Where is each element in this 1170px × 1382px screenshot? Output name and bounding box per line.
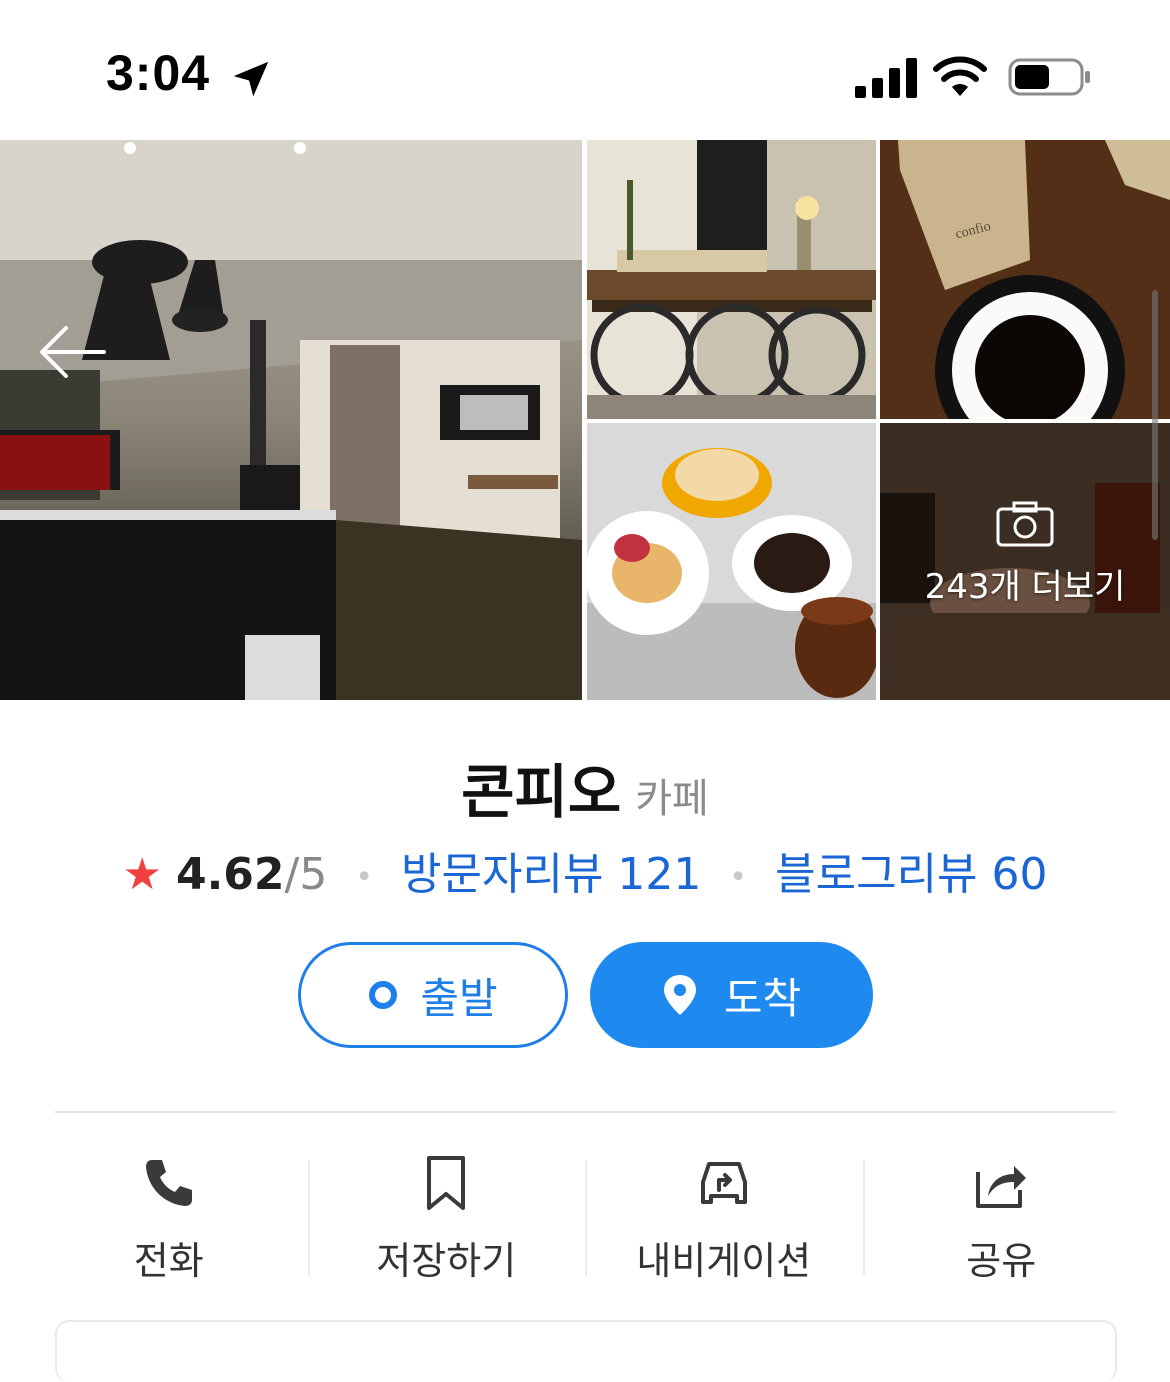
origin-dot-icon: [369, 981, 398, 1009]
action-separator: [307, 1160, 310, 1276]
bookmark-icon: [427, 1156, 466, 1210]
battery-icon: [1008, 58, 1090, 96]
navigation-label: 내비게이션: [636, 1239, 812, 1283]
save-label: 저장하기: [376, 1239, 517, 1283]
back-arrow-icon[interactable]: [38, 322, 108, 382]
location-arrow-icon: [233, 61, 269, 97]
scrollbar[interactable]: [1152, 290, 1158, 540]
place-name: 콘피오: [461, 758, 622, 826]
rating-row: ★ 4.62/5 • 방문자리뷰 121 • 블로그리뷰 60: [0, 838, 1170, 902]
location-pin-icon: [663, 975, 696, 1015]
arrive-button[interactable]: 도착: [590, 942, 873, 1048]
wifi-icon: [933, 56, 987, 96]
cafe-interior-photo[interactable]: [0, 140, 582, 700]
action-bar: 전화 저장하기 내비게이션 공유: [30, 1140, 1140, 1290]
car-navigation-icon: [700, 1162, 747, 1204]
star-icon: ★: [122, 849, 162, 900]
share-label: 공유: [966, 1239, 1037, 1283]
rating-value: 4.62: [175, 849, 285, 900]
more-photos-overlay[interactable]: 243개 더보기: [880, 423, 1170, 700]
visitor-reviews-link[interactable]: 방문자리뷰 121: [401, 849, 701, 900]
place-category: 카페: [635, 776, 709, 822]
desserts-photo[interactable]: [587, 423, 876, 700]
separator-dot: •: [355, 859, 374, 895]
separator-dot: •: [729, 859, 748, 895]
coffee-beans-image: confio: [880, 140, 1170, 419]
depart-button[interactable]: 출발: [298, 942, 568, 1048]
action-separator: [862, 1160, 865, 1276]
section-divider: [55, 1111, 1115, 1113]
camera-icon: [996, 501, 1054, 547]
desserts-image: [587, 423, 876, 700]
coffee-cart-image: [587, 140, 876, 419]
more-photos-label: 243개 더보기: [924, 567, 1126, 607]
photo-gallery: confio 243개 더보기: [0, 140, 1170, 700]
arrive-label: 도착: [723, 973, 802, 1023]
blog-reviews-link[interactable]: 블로그리뷰 60: [775, 849, 1047, 900]
coffee-beans-photo[interactable]: confio: [880, 140, 1170, 419]
coffee-cart-photo[interactable]: [587, 140, 876, 419]
status-time: 3:04: [106, 45, 211, 101]
action-separator: [585, 1160, 587, 1276]
info-card: [55, 1320, 1117, 1382]
place-title: 콘피오 카페: [0, 745, 1170, 829]
cafe-interior-image: [0, 140, 582, 700]
navigation-action[interactable]: 내비게이션: [585, 1140, 863, 1290]
cellular-signal-icon: [855, 58, 917, 98]
call-action[interactable]: 전화: [30, 1140, 308, 1290]
status-bar: 3:04: [0, 0, 1170, 140]
share-icon: [976, 1166, 1027, 1208]
rating-max: /5: [284, 849, 328, 900]
save-action[interactable]: 저장하기: [307, 1140, 586, 1290]
phone-icon: [145, 1160, 192, 1206]
share-action[interactable]: 공유: [862, 1140, 1141, 1290]
call-label: 전화: [133, 1239, 204, 1283]
depart-label: 출발: [420, 973, 498, 1023]
